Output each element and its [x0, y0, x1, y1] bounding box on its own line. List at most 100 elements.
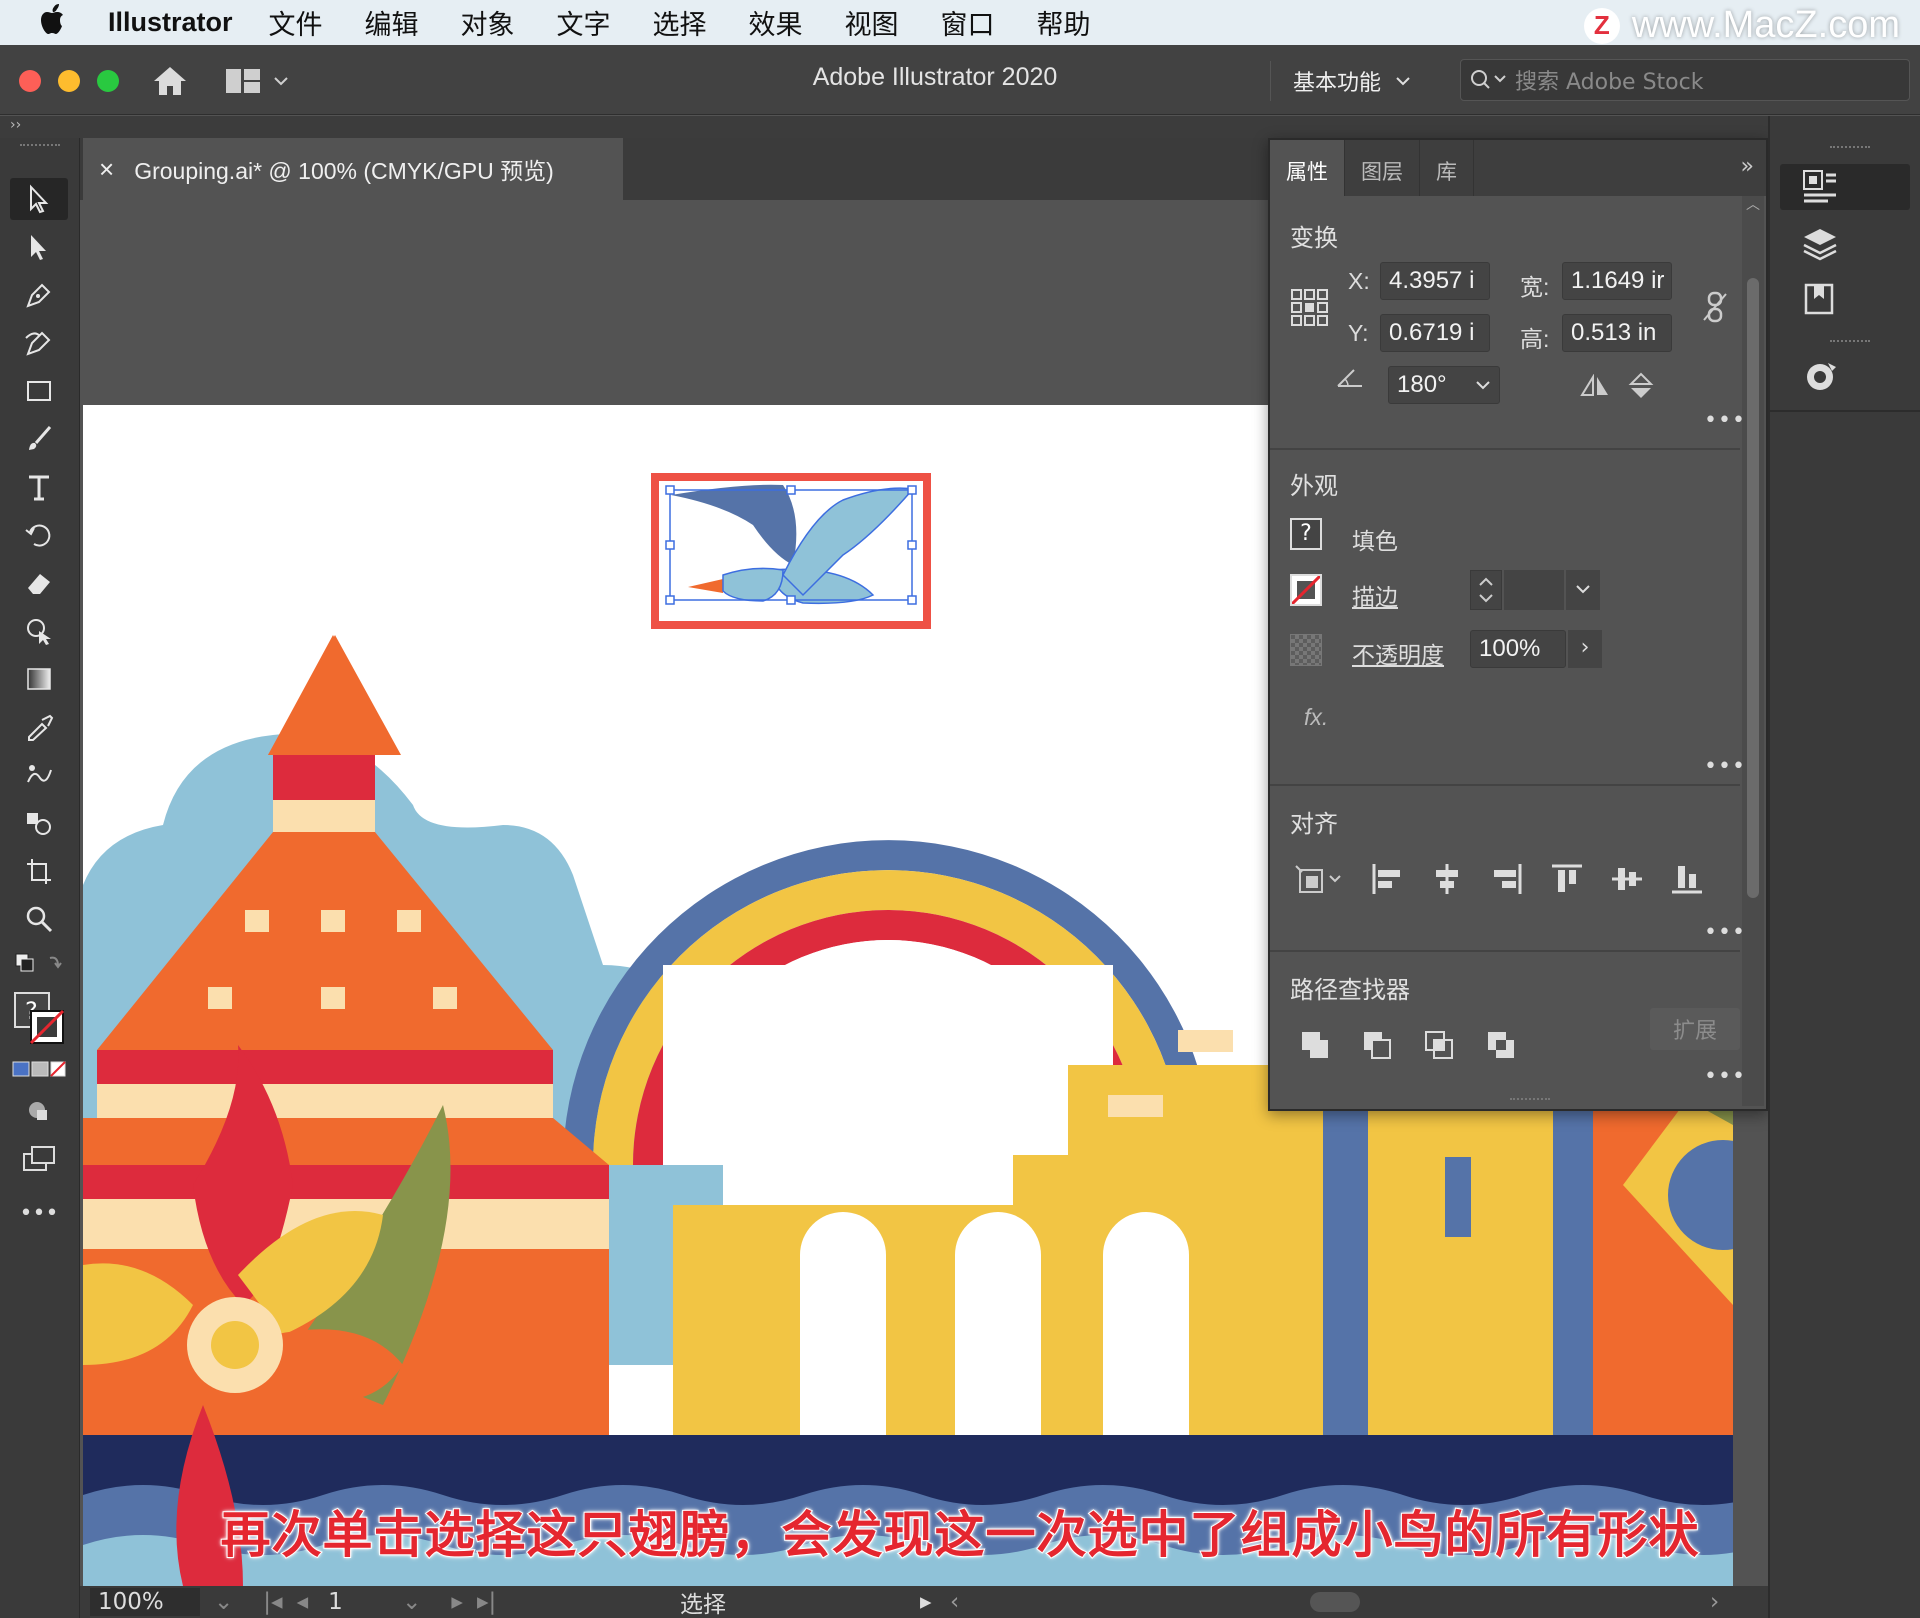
document-tab[interactable]: × Grouping.ai* @ 100% (CMYK/GPU 预览): [83, 138, 623, 200]
rotate-tool-icon[interactable]: [10, 514, 68, 556]
expand-toolbar-icon[interactable]: ››: [10, 117, 21, 133]
apple-icon[interactable]: [40, 3, 100, 43]
chevron-down-icon[interactable]: ⌄: [214, 1589, 233, 1615]
panel-collapse-icon[interactable]: »: [1741, 154, 1754, 179]
menu-object[interactable]: 对象: [461, 3, 515, 42]
last-artboard-icon[interactable]: ▸|: [477, 1589, 496, 1615]
menu-effect[interactable]: 效果: [749, 3, 803, 42]
default-colors-icon[interactable]: [10, 948, 68, 978]
direct-selection-tool-icon[interactable]: [10, 226, 68, 268]
panel-scroll-thumb[interactable]: [1747, 278, 1759, 898]
x-field[interactable]: 4.3957 i: [1380, 262, 1490, 300]
appearance-more-options-icon[interactable]: •••: [1704, 754, 1746, 779]
stroke-label[interactable]: 描边: [1352, 578, 1398, 612]
selection-tool-icon[interactable]: [10, 178, 68, 220]
first-artboard-icon[interactable]: |◂: [263, 1589, 282, 1615]
workspace-dropdown[interactable]: 基本功能: [1270, 61, 1411, 101]
align-left-icon[interactable]: [1370, 862, 1404, 900]
tab-properties[interactable]: 属性: [1270, 140, 1345, 196]
flip-vertical-icon[interactable]: [1628, 372, 1654, 404]
color-mode-icon[interactable]: [10, 1056, 68, 1082]
blend-tool-icon[interactable]: [10, 802, 68, 844]
constrain-proportions-icon[interactable]: [1700, 290, 1730, 328]
pen-tool-icon[interactable]: [10, 274, 68, 316]
curvature-tool-icon[interactable]: [10, 322, 68, 364]
fill-stroke-swatch[interactable]: ?: [10, 988, 68, 1048]
screen-mode-icon[interactable]: [10, 1138, 68, 1180]
eyedropper-tool-icon[interactable]: [10, 706, 68, 748]
stroke-swatch[interactable]: [1290, 574, 1322, 606]
app-menu[interactable]: Illustrator: [108, 7, 233, 38]
pathfinder-minus-front-icon[interactable]: [1362, 1030, 1394, 1066]
fx-icon[interactable]: fx.: [1304, 704, 1328, 731]
menu-help[interactable]: 帮助: [1037, 3, 1091, 42]
pathfinder-exclude-icon[interactable]: [1486, 1030, 1518, 1066]
edit-toolbar-icon[interactable]: •••: [10, 1192, 68, 1234]
stock-search-input[interactable]: 搜索 Adobe Stock: [1460, 59, 1910, 101]
align-top-icon[interactable]: [1550, 862, 1584, 900]
width-field[interactable]: 1.1649 ir: [1562, 262, 1672, 300]
menu-edit[interactable]: 编辑: [365, 3, 419, 42]
toolbar-grip[interactable]: [20, 144, 60, 150]
opacity-label[interactable]: 不透明度: [1352, 636, 1444, 670]
transform-more-options-icon[interactable]: •••: [1704, 408, 1746, 433]
opacity-field[interactable]: 100%: [1470, 630, 1566, 668]
dock-grip[interactable]: [1830, 146, 1870, 148]
close-tab-icon[interactable]: ×: [99, 154, 114, 185]
libraries-panel-icon[interactable]: [1780, 276, 1910, 322]
align-horizontal-center-icon[interactable]: [1430, 862, 1464, 900]
draw-mode-icon[interactable]: [10, 1090, 68, 1132]
reference-point-icon[interactable]: [1290, 288, 1330, 332]
fill-swatch[interactable]: ?: [1290, 518, 1322, 550]
panel-scrollbar[interactable]: ︿: [1742, 196, 1764, 1106]
artboard-number[interactable]: 1: [328, 1589, 388, 1615]
panel-resize-grip[interactable]: [1510, 1098, 1550, 1100]
zoom-level-field[interactable]: 100%: [90, 1588, 200, 1616]
align-right-icon[interactable]: [1490, 862, 1524, 900]
zoom-tool-icon[interactable]: [10, 898, 68, 940]
menu-select[interactable]: 选择: [653, 3, 707, 42]
height-field[interactable]: 0.513 in: [1562, 314, 1672, 352]
menu-window[interactable]: 窗口: [941, 3, 995, 42]
align-bottom-icon[interactable]: [1670, 862, 1704, 900]
scroll-right-icon[interactable]: ›: [1710, 1589, 1719, 1615]
pathfinder-unite-icon[interactable]: [1300, 1030, 1332, 1066]
stroke-weight-dropdown[interactable]: [1566, 570, 1600, 610]
status-menu-icon[interactable]: ▸: [920, 1589, 932, 1615]
chevron-down-icon[interactable]: ⌄: [402, 1589, 421, 1615]
pathfinder-expand-button[interactable]: 扩展: [1650, 1008, 1740, 1050]
layers-panel-icon[interactable]: [1780, 220, 1910, 266]
align-more-options-icon[interactable]: •••: [1704, 920, 1746, 945]
menu-file[interactable]: 文件: [269, 3, 323, 42]
paintbrush-tool-icon[interactable]: [10, 418, 68, 460]
type-tool-icon[interactable]: [10, 466, 68, 508]
menu-view[interactable]: 视图: [845, 3, 899, 42]
align-vertical-center-icon[interactable]: [1610, 862, 1644, 900]
stroke-weight-stepper[interactable]: [1470, 570, 1502, 610]
y-field[interactable]: 0.6719 i: [1380, 314, 1490, 352]
pathfinder-intersect-icon[interactable]: [1424, 1030, 1456, 1066]
tab-layers[interactable]: 图层: [1345, 140, 1420, 196]
tab-libraries[interactable]: 库: [1420, 140, 1474, 196]
flip-horizontal-icon[interactable]: [1580, 373, 1610, 402]
scroll-up-icon[interactable]: ︿: [1746, 194, 1760, 214]
rotate-angle-field[interactable]: 180°: [1388, 366, 1500, 404]
dock-grip-2[interactable]: [1830, 340, 1870, 342]
opacity-expand-icon[interactable]: ›: [1568, 630, 1602, 668]
stroke-weight-field[interactable]: [1504, 570, 1564, 610]
artboard-tool-icon[interactable]: [10, 850, 68, 892]
align-to-selection-icon[interactable]: [1292, 862, 1346, 900]
shape-builder-tool-icon[interactable]: [10, 610, 68, 652]
menu-type[interactable]: 文字: [557, 3, 611, 42]
gradient-tool-icon[interactable]: [10, 658, 68, 700]
prev-artboard-icon[interactable]: ◂: [297, 1589, 309, 1615]
pathfinder-more-options-icon[interactable]: •••: [1704, 1064, 1746, 1089]
color-guide-panel-icon[interactable]: [1780, 354, 1910, 400]
scroll-left-icon[interactable]: ‹: [950, 1589, 959, 1615]
next-artboard-icon[interactable]: ▸: [451, 1589, 463, 1615]
properties-panel-icon[interactable]: [1780, 164, 1910, 210]
rectangle-tool-icon[interactable]: [10, 370, 68, 412]
eraser-tool-icon[interactable]: [10, 562, 68, 604]
puppet-warp-tool-icon[interactable]: [10, 754, 68, 796]
horizontal-scroll-thumb[interactable]: [1310, 1592, 1360, 1612]
